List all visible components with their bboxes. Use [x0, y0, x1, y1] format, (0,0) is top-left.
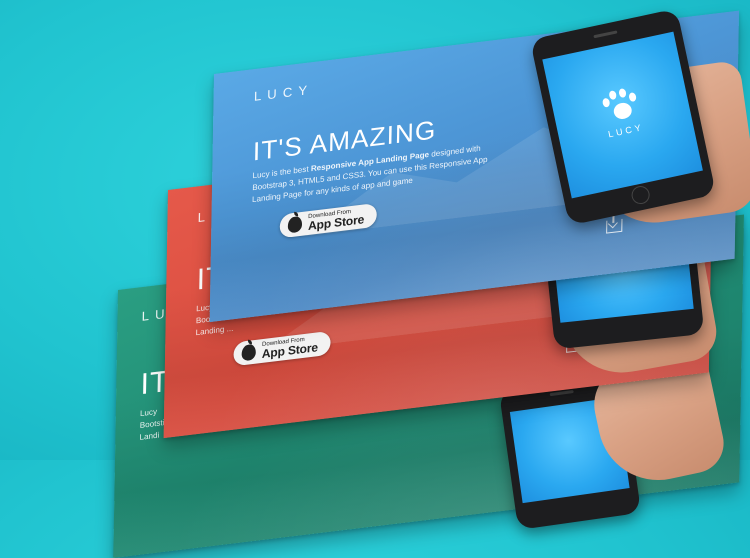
description: Lucy Bootsti Landi: [139, 407, 165, 442]
download-icon[interactable]: [606, 218, 623, 234]
brand-logo: LUCY: [253, 81, 314, 104]
mockup-scene: LUCY IT Lucy Bootsti Landi LUCY IT'S Luc…: [0, 0, 750, 558]
apple-icon: [287, 215, 303, 234]
phone-screen: LUCY: [542, 31, 703, 199]
apple-icon: [241, 343, 256, 362]
